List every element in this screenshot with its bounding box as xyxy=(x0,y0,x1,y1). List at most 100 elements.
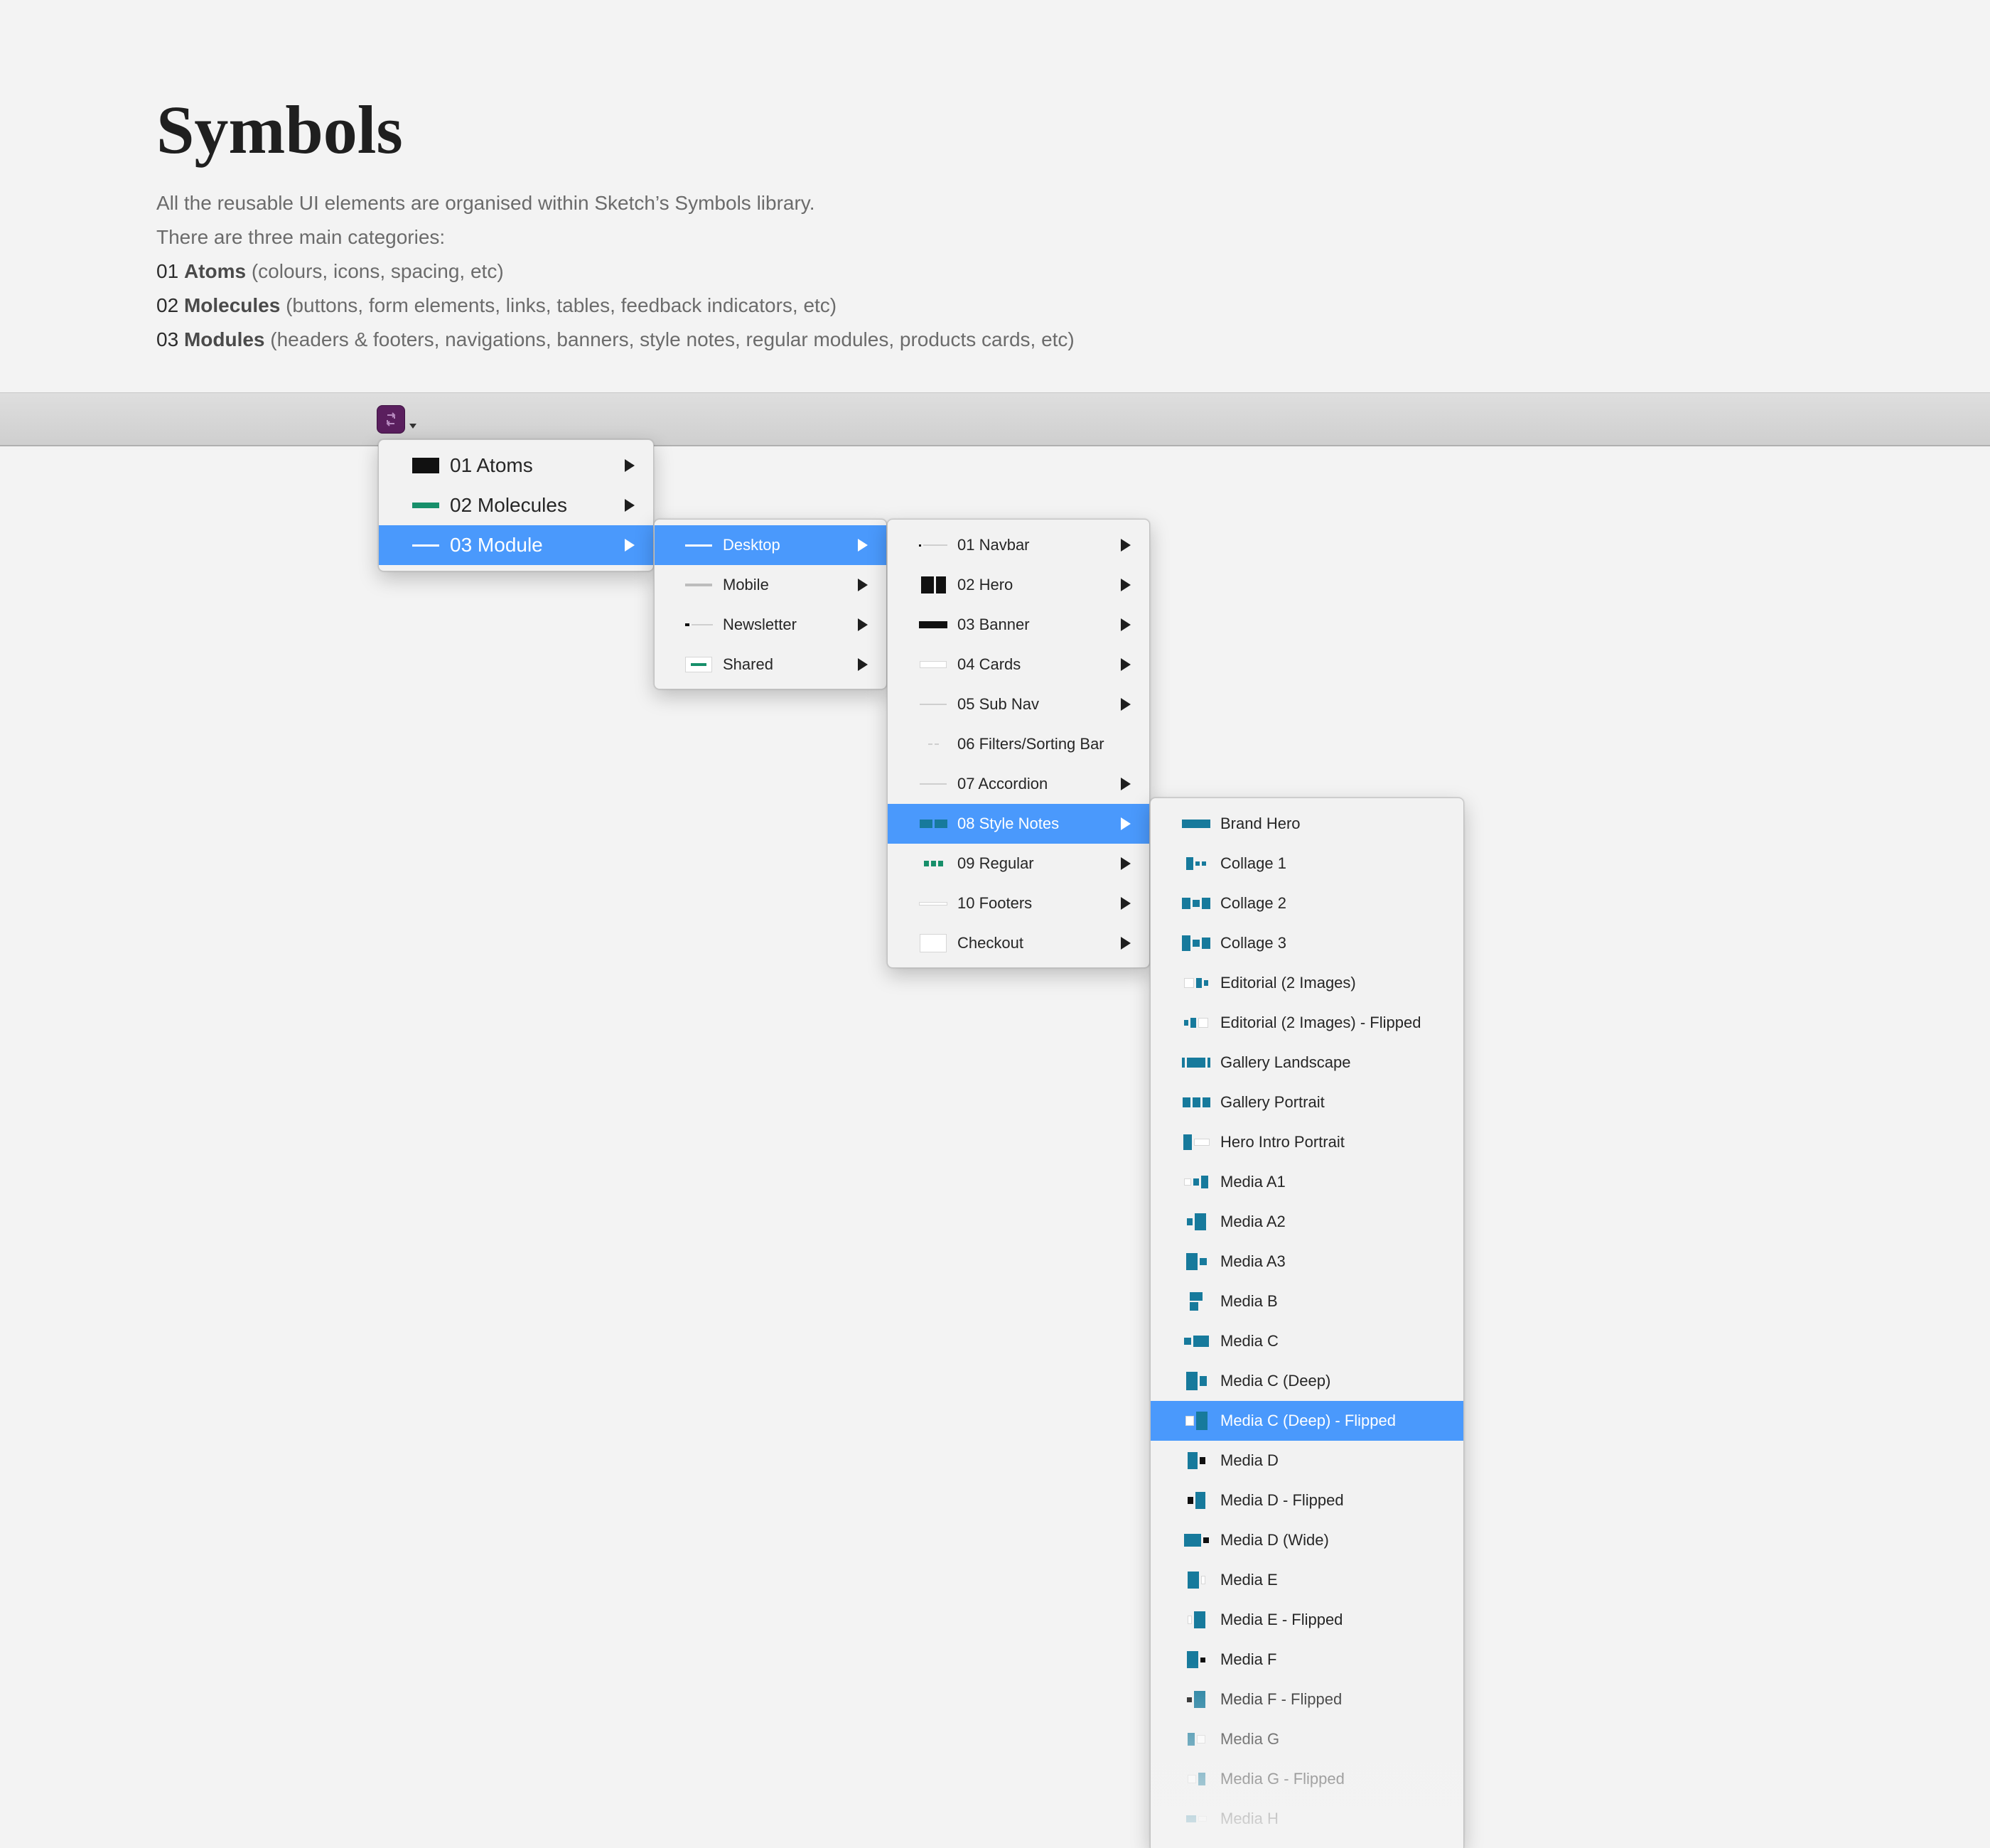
media-c-thumb-icon xyxy=(1182,1332,1210,1350)
category-modules: 03 Modules (headers & footers, navigatio… xyxy=(156,323,1720,357)
submenu-arrow-icon xyxy=(858,539,868,552)
menu-item-atoms[interactable]: 01 Atoms xyxy=(379,446,653,485)
style-notes-thumb-icon xyxy=(919,815,947,833)
menu-item-hero-intro-portrait[interactable]: Hero Intro Portrait xyxy=(1151,1122,1463,1162)
menu-item-label: Media E - Flipped xyxy=(1220,1611,1343,1628)
menu-item-brand-hero[interactable]: Brand Hero xyxy=(1151,804,1463,844)
submenu-arrow-icon xyxy=(1121,579,1131,591)
hero-thumb-icon xyxy=(919,576,947,594)
submenu-arrow-icon xyxy=(1121,698,1131,711)
desktop-thumb-icon xyxy=(684,536,713,554)
menu-item-module[interactable]: 03 Module xyxy=(379,525,653,565)
menu-item-label: 03 Module xyxy=(450,534,543,556)
intro-line-1: All the reusable UI elements are organis… xyxy=(156,192,815,214)
menu-item-media-b[interactable]: Media B xyxy=(1151,1282,1463,1321)
menu-item-collage-1[interactable]: Collage 1 xyxy=(1151,844,1463,883)
menu-item-media-d[interactable]: Media D xyxy=(1151,1441,1463,1481)
submenu-arrow-icon xyxy=(625,539,635,552)
menu-item-label: Media C xyxy=(1220,1332,1279,1350)
menu-item-accordion[interactable]: 07 Accordion xyxy=(888,764,1149,804)
menu-item-gallery-portrait[interactable]: Gallery Portrait xyxy=(1151,1083,1463,1122)
menu-item-filters-sorting-bar[interactable]: 06 Filters/Sorting Bar xyxy=(888,724,1149,764)
menu-item-media-d-wide[interactable]: Media D (Wide) xyxy=(1151,1520,1463,1560)
menu-item-editorial-2-images-flipped[interactable]: Editorial (2 Images) - Flipped xyxy=(1151,1003,1463,1043)
menu-item-media-f-flipped[interactable]: Media F - Flipped xyxy=(1151,1680,1463,1719)
navbar-thumb-icon xyxy=(919,536,947,554)
menu-item-sub-nav[interactable]: 05 Sub Nav xyxy=(888,684,1149,724)
submenu-arrow-icon xyxy=(1121,778,1131,790)
category-name: Modules xyxy=(183,328,265,350)
submenu-arrow-icon xyxy=(1121,658,1131,671)
menu-item-label: Media D xyxy=(1220,1451,1279,1469)
menu-item-label: Media F xyxy=(1220,1650,1277,1668)
filters-thumb-icon xyxy=(919,735,947,753)
menu-item-label: Collage 3 xyxy=(1220,934,1286,952)
menu-item-desktop[interactable]: Desktop xyxy=(655,525,886,565)
menu-item-media-a1[interactable]: Media A1 xyxy=(1151,1162,1463,1202)
menu-item-label: Media D - Flipped xyxy=(1220,1491,1344,1509)
menu-item-media-g[interactable]: Media G xyxy=(1151,1719,1463,1759)
menu-item-media-c-deep[interactable]: Media C (Deep) xyxy=(1151,1361,1463,1401)
category-name: Atoms xyxy=(183,260,247,282)
page-title: Symbols xyxy=(156,92,403,168)
media-g-thumb-icon xyxy=(1182,1730,1210,1748)
menu-item-navbar[interactable]: 01 Navbar xyxy=(888,525,1149,565)
menu-item-label: 02 Molecules xyxy=(450,494,567,516)
insert-symbol-button[interactable] xyxy=(377,405,405,434)
menu-item-media-d-flipped[interactable]: Media D - Flipped xyxy=(1151,1481,1463,1520)
editorial-flipped-thumb-icon xyxy=(1182,1014,1210,1032)
menu-item-media-c-deep-flipped[interactable]: Media C (Deep) - Flipped xyxy=(1151,1401,1463,1441)
submenu-arrow-icon xyxy=(625,499,635,512)
menu-item-newsletter[interactable]: Newsletter xyxy=(655,605,886,645)
chevron-down-icon[interactable] xyxy=(409,424,416,429)
menu-item-media-g-flipped[interactable]: Media G - Flipped xyxy=(1151,1759,1463,1799)
submenu-arrow-icon xyxy=(1121,618,1131,631)
menu-item-label: Media A3 xyxy=(1220,1252,1286,1270)
collage-3-thumb-icon xyxy=(1182,934,1210,952)
menu-item-molecules[interactable]: 02 Molecules xyxy=(379,485,653,525)
submenu-arrow-icon xyxy=(1121,937,1131,950)
menu-item-label: Media D (Wide) xyxy=(1220,1531,1329,1549)
menu-item-cards[interactable]: 04 Cards xyxy=(888,645,1149,684)
menu-item-style-notes[interactable]: 08 Style Notes xyxy=(888,804,1149,844)
menu-item-media-h[interactable]: Media H xyxy=(1151,1799,1463,1839)
collage-2-thumb-icon xyxy=(1182,894,1210,913)
regular-thumb-icon xyxy=(919,854,947,873)
menu-item-editorial-2-images[interactable]: Editorial (2 Images) xyxy=(1151,963,1463,1003)
media-d-wide-thumb-icon xyxy=(1182,1531,1210,1549)
menu-item-media-f[interactable]: Media F xyxy=(1151,1640,1463,1680)
menu-item-gallery-landscape[interactable]: Gallery Landscape xyxy=(1151,1043,1463,1083)
category-name: Molecules xyxy=(183,294,281,316)
menu-item-checkout[interactable]: Checkout xyxy=(888,923,1149,963)
footers-thumb-icon xyxy=(919,894,947,913)
menu-item-shared[interactable]: Shared xyxy=(655,645,886,684)
media-e-thumb-icon xyxy=(1182,1571,1210,1589)
media-a3-thumb-icon xyxy=(1182,1252,1210,1271)
collage-1-thumb-icon xyxy=(1182,854,1210,873)
menu-item-collage-3[interactable]: Collage 3 xyxy=(1151,923,1463,963)
menu-item-footers[interactable]: 10 Footers xyxy=(888,883,1149,923)
menu-item-label: Editorial (2 Images) xyxy=(1220,974,1356,992)
menu-item-media-e-flipped[interactable]: Media E - Flipped xyxy=(1151,1600,1463,1640)
submenu-arrow-icon xyxy=(858,579,868,591)
menu-item-label: Media B xyxy=(1220,1292,1278,1310)
menu-item-media-a3[interactable]: Media A3 xyxy=(1151,1242,1463,1282)
menu-item-collage-2[interactable]: Collage 2 xyxy=(1151,883,1463,923)
submenu-arrow-icon xyxy=(1121,857,1131,870)
menu-item-banner[interactable]: 03 Banner xyxy=(888,605,1149,645)
menu-item-media-c[interactable]: Media C xyxy=(1151,1321,1463,1361)
menu-item-label: Collage 2 xyxy=(1220,894,1286,912)
symbols-menu: 01 Atoms 02 Molecules 03 Module xyxy=(378,439,654,571)
menu-item-hero[interactable]: 02 Hero xyxy=(888,565,1149,605)
category-atoms: 01 Atoms (colours, icons, spacing, etc) xyxy=(156,254,1720,289)
editorial-thumb-icon xyxy=(1182,974,1210,992)
cards-thumb-icon xyxy=(919,655,947,674)
media-d-thumb-icon xyxy=(1182,1451,1210,1470)
intro-text: All the reusable UI elements are organis… xyxy=(156,186,1720,357)
mobile-thumb-icon xyxy=(684,576,713,594)
menu-item-mobile[interactable]: Mobile xyxy=(655,565,886,605)
menu-item-regular[interactable]: 09 Regular xyxy=(888,844,1149,883)
menu-item-media-e[interactable]: Media E xyxy=(1151,1560,1463,1600)
menu-item-media-a2[interactable]: Media A2 xyxy=(1151,1202,1463,1242)
media-c-deep-thumb-icon xyxy=(1182,1372,1210,1390)
